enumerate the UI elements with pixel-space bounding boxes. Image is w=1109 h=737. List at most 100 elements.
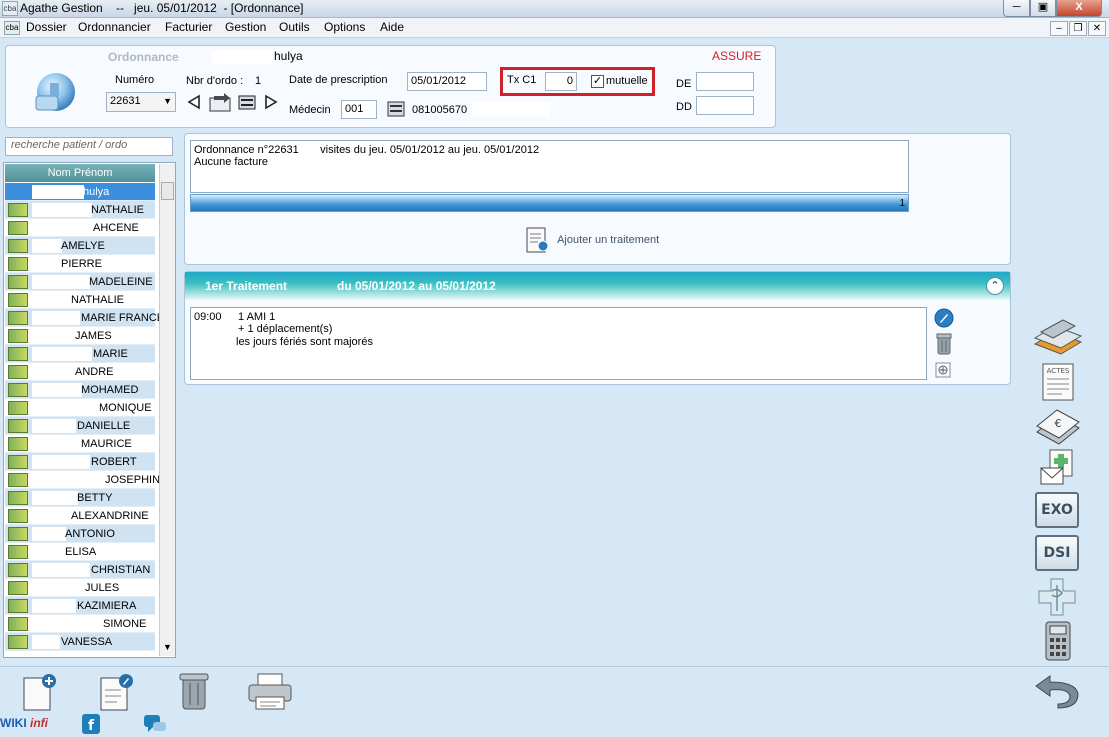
list-item[interactable]: NATHALIE xyxy=(5,201,155,219)
collapse-button[interactable]: ⌃ xyxy=(986,277,1004,295)
de-input[interactable] xyxy=(696,72,754,91)
list-header-nom-prenom[interactable]: Nom Prénom xyxy=(5,164,155,182)
list-item[interactable]: MONIQUE xyxy=(5,399,155,417)
list-item[interactable]: ROBERT xyxy=(5,453,155,471)
pharmacy-cross-icon[interactable] xyxy=(1036,577,1078,617)
refresh-card-icon[interactable] xyxy=(208,92,234,114)
mail-medical-icon[interactable] xyxy=(1038,448,1076,488)
svg-text:€: € xyxy=(1055,417,1062,430)
redacted-lastname xyxy=(32,383,82,397)
menu-gestion[interactable]: Gestion xyxy=(225,20,266,34)
wiki-infi-link[interactable]: WIKI infi xyxy=(0,716,48,730)
list-item[interactable]: BETTY xyxy=(5,489,155,507)
facebook-icon[interactable]: f xyxy=(81,713,101,735)
ordonnance-info-box: Ordonnance n°22631 visites du jeu. 05/01… xyxy=(190,140,909,193)
actes-document-icon[interactable]: ACTES xyxy=(1040,362,1076,402)
check-icon: ✓ xyxy=(592,75,603,87)
new-document-icon[interactable] xyxy=(20,672,60,712)
list-item[interactable]: PIERRE xyxy=(5,255,155,273)
delete-treatment-icon[interactable] xyxy=(934,332,954,356)
redacted-lastname xyxy=(32,491,78,505)
document-icon[interactable]: cba xyxy=(4,21,20,35)
list-item[interactable]: ANTONIO xyxy=(5,525,155,543)
menu-options[interactable]: Options xyxy=(324,20,365,34)
numero-select[interactable]: 22631 ▼ xyxy=(106,92,176,112)
child-close-button[interactable]: ✕ xyxy=(1088,21,1106,36)
scrollbar-thumb[interactable] xyxy=(161,182,174,200)
list-item[interactable]: MARIE xyxy=(5,345,155,363)
child-minimize-button[interactable]: – xyxy=(1050,21,1068,36)
list-item[interactable]: JULES xyxy=(5,579,155,597)
menu-dossier[interactable]: Dossier xyxy=(26,20,67,34)
list-item[interactable]: ELISA xyxy=(5,543,155,561)
list-item[interactable]: NATHALIE xyxy=(5,291,155,309)
mutuelle-checkbox[interactable]: ✓ xyxy=(591,75,604,88)
dd-label: DD xyxy=(676,101,692,113)
redacted-lastname xyxy=(32,455,90,469)
menu-facturier[interactable]: Facturier xyxy=(165,20,212,34)
list-item[interactable]: MADELEINE xyxy=(5,273,155,291)
add-line-icon[interactable] xyxy=(935,362,951,378)
patient-name-cell: hulya xyxy=(83,186,110,198)
list-item[interactable]: AMELYE xyxy=(5,237,155,255)
menu-ordonnancier[interactable]: Ordonnancier xyxy=(78,20,151,34)
list-item[interactable]: DANIELLE xyxy=(5,417,155,435)
card-reader-icon[interactable] xyxy=(238,94,256,111)
treatment-title: 1er Traitement xyxy=(205,279,288,293)
patient-photo-icon xyxy=(8,257,28,271)
edit-treatment-icon[interactable] xyxy=(934,308,954,328)
treatment-time: 09:00 xyxy=(194,311,222,323)
dsi-button[interactable]: DSI xyxy=(1035,535,1079,571)
next-arrow-icon[interactable] xyxy=(264,94,278,110)
list-item[interactable]: ANDRE xyxy=(5,363,155,381)
minimize-button[interactable]: ─ xyxy=(1003,0,1030,17)
add-treatment-button[interactable]: Ajouter un traitement xyxy=(524,226,659,254)
edit-document-icon[interactable] xyxy=(97,672,137,712)
exo-button[interactable]: EXO xyxy=(1035,492,1079,528)
patient-name-cell: MOHAMED xyxy=(81,384,139,396)
list-item[interactable]: CHRISTIAN xyxy=(5,561,155,579)
list-scrollbar[interactable]: ▼ xyxy=(159,164,175,656)
menu-aide[interactable]: Aide xyxy=(380,20,404,34)
medecin-code-input[interactable]: 001 xyxy=(341,100,377,119)
child-restore-button[interactable]: ❐ xyxy=(1069,21,1087,36)
list-item[interactable]: JOSEPHIN xyxy=(5,471,160,489)
list-item[interactable]: hulya xyxy=(5,183,155,201)
mutuelle-label: mutuelle xyxy=(606,75,648,87)
list-item[interactable]: KAZIMIERA xyxy=(5,597,155,615)
maximize-button[interactable]: ▣ xyxy=(1030,0,1056,17)
trash-icon[interactable] xyxy=(175,670,213,712)
list-item[interactable]: JAMES xyxy=(5,327,155,345)
list-item[interactable]: VANESSA xyxy=(5,633,155,651)
add-treatment-label: Ajouter un traitement xyxy=(557,233,660,246)
dd-input[interactable] xyxy=(696,96,754,115)
list-item[interactable]: ALEXANDRINE xyxy=(5,507,155,525)
doctor-card-icon[interactable] xyxy=(386,100,406,118)
title-bar: cba Agathe Gestion -- jeu. 05/01/2012 - … xyxy=(0,0,1109,18)
redacted-lastname xyxy=(32,617,102,631)
tx-c1-input[interactable]: 0 xyxy=(545,72,577,91)
list-item[interactable]: SIMONE xyxy=(5,615,155,633)
list-item[interactable]: MARIE FRANCE xyxy=(5,309,164,327)
printer-icon[interactable] xyxy=(246,671,294,711)
menu-outils[interactable]: Outils xyxy=(279,20,310,34)
patient-search-input[interactable]: recherche patient / ordo xyxy=(5,137,173,156)
list-item[interactable]: MAURICE xyxy=(5,435,155,453)
list-item[interactable]: MOHAMED xyxy=(5,381,155,399)
list-item[interactable]: AHCENE xyxy=(5,219,155,237)
previous-arrow-icon[interactable] xyxy=(187,94,201,110)
back-arrow-icon[interactable] xyxy=(1032,672,1082,710)
visits-range: visites du jeu. 05/01/2012 au jeu. 05/01… xyxy=(320,144,540,156)
redacted-lastname xyxy=(32,473,106,487)
scroll-down-icon[interactable]: ▼ xyxy=(163,642,172,652)
assure-label: ASSURE xyxy=(712,49,762,63)
scanner-icon[interactable] xyxy=(1031,316,1083,358)
ordonnance-label: Ordonnance xyxy=(108,50,179,64)
calculator-icon[interactable] xyxy=(1043,620,1073,662)
redacted-lastname xyxy=(32,365,72,379)
chat-bubble-icon[interactable] xyxy=(142,713,168,735)
euro-stack-icon[interactable]: € xyxy=(1033,404,1081,446)
close-button[interactable]: X xyxy=(1056,0,1102,17)
date-prescription-input[interactable]: 05/01/2012 xyxy=(407,72,487,91)
patient-photo-icon xyxy=(8,473,28,487)
